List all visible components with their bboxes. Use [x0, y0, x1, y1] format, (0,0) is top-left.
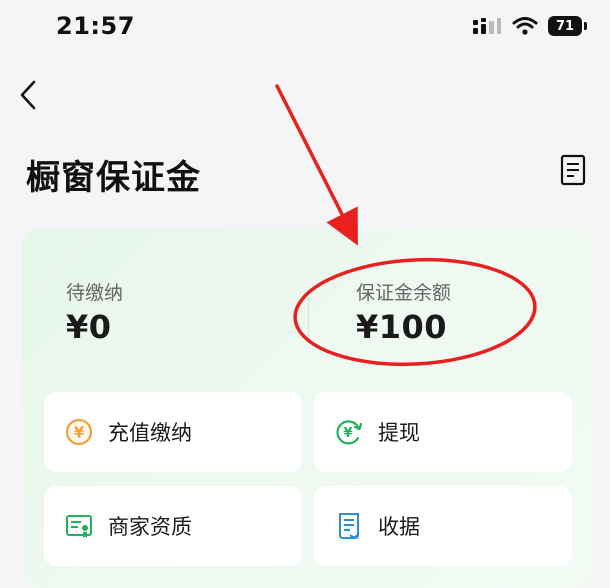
merchant-qualification-button[interactable]: 商家资质	[44, 486, 302, 566]
yen-circle-icon: ¥	[64, 417, 94, 447]
back-button[interactable]	[14, 78, 44, 112]
annotation-arrow	[275, 84, 358, 246]
receipt-icon	[334, 511, 364, 541]
svg-text:¥: ¥	[74, 424, 85, 442]
status-icons: 71	[472, 16, 587, 36]
summary-divider	[308, 296, 309, 340]
chevron-left-icon	[20, 80, 36, 110]
document-list-icon	[560, 154, 586, 186]
balance-value: ¥100	[356, 308, 448, 346]
battery-level: 71	[555, 18, 575, 34]
recharge-pay-button[interactable]: ¥ 充值缴纳	[44, 392, 302, 472]
pending-value: ¥0	[66, 308, 112, 346]
records-button[interactable]	[560, 154, 586, 186]
wifi-icon	[512, 17, 538, 35]
svg-text:¥: ¥	[343, 426, 352, 441]
certificate-icon	[64, 511, 94, 541]
pending-label: 待缴纳	[66, 282, 124, 304]
receipt-label: 收据	[378, 515, 420, 539]
page-title: 橱窗保证金	[26, 158, 201, 198]
merchant-qualification-label: 商家资质	[108, 515, 192, 539]
withdraw-label: 提现	[378, 421, 420, 445]
status-time: 21:57	[56, 12, 135, 40]
withdraw-button[interactable]: ¥ 提现	[314, 392, 572, 472]
receipt-button[interactable]: 收据	[314, 486, 572, 566]
recharge-pay-label: 充值缴纳	[108, 421, 192, 445]
cellular-signal-icon	[473, 18, 501, 34]
battery-icon: 71	[548, 16, 587, 36]
yen-refresh-icon: ¥	[334, 417, 364, 447]
status-bar: 21:57 71	[0, 0, 610, 60]
balance-label: 保证金余额	[356, 282, 452, 304]
